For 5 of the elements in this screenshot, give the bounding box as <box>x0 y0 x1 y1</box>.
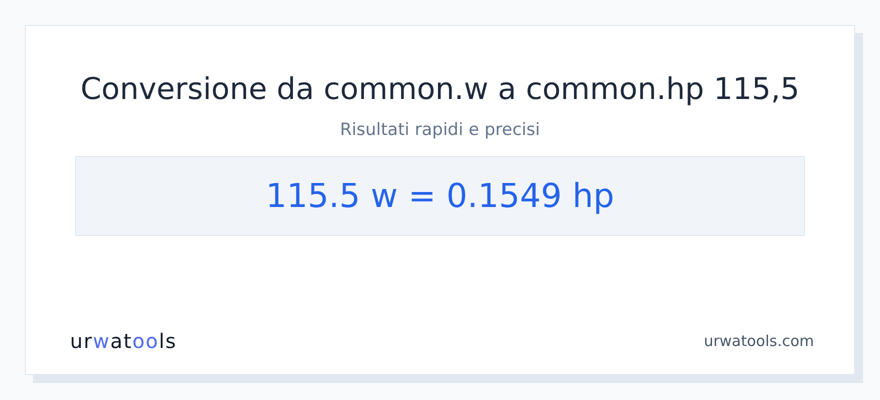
logo: urwatools <box>70 328 177 354</box>
title: Conversione da common.w a common.hp 115,5 <box>80 71 800 109</box>
site-name: urwatools.com <box>704 330 814 352</box>
result-panel: 115.5 w = 0.1549 hp <box>75 156 805 236</box>
subtitle: Risultati rapidi e precisi <box>340 119 540 142</box>
